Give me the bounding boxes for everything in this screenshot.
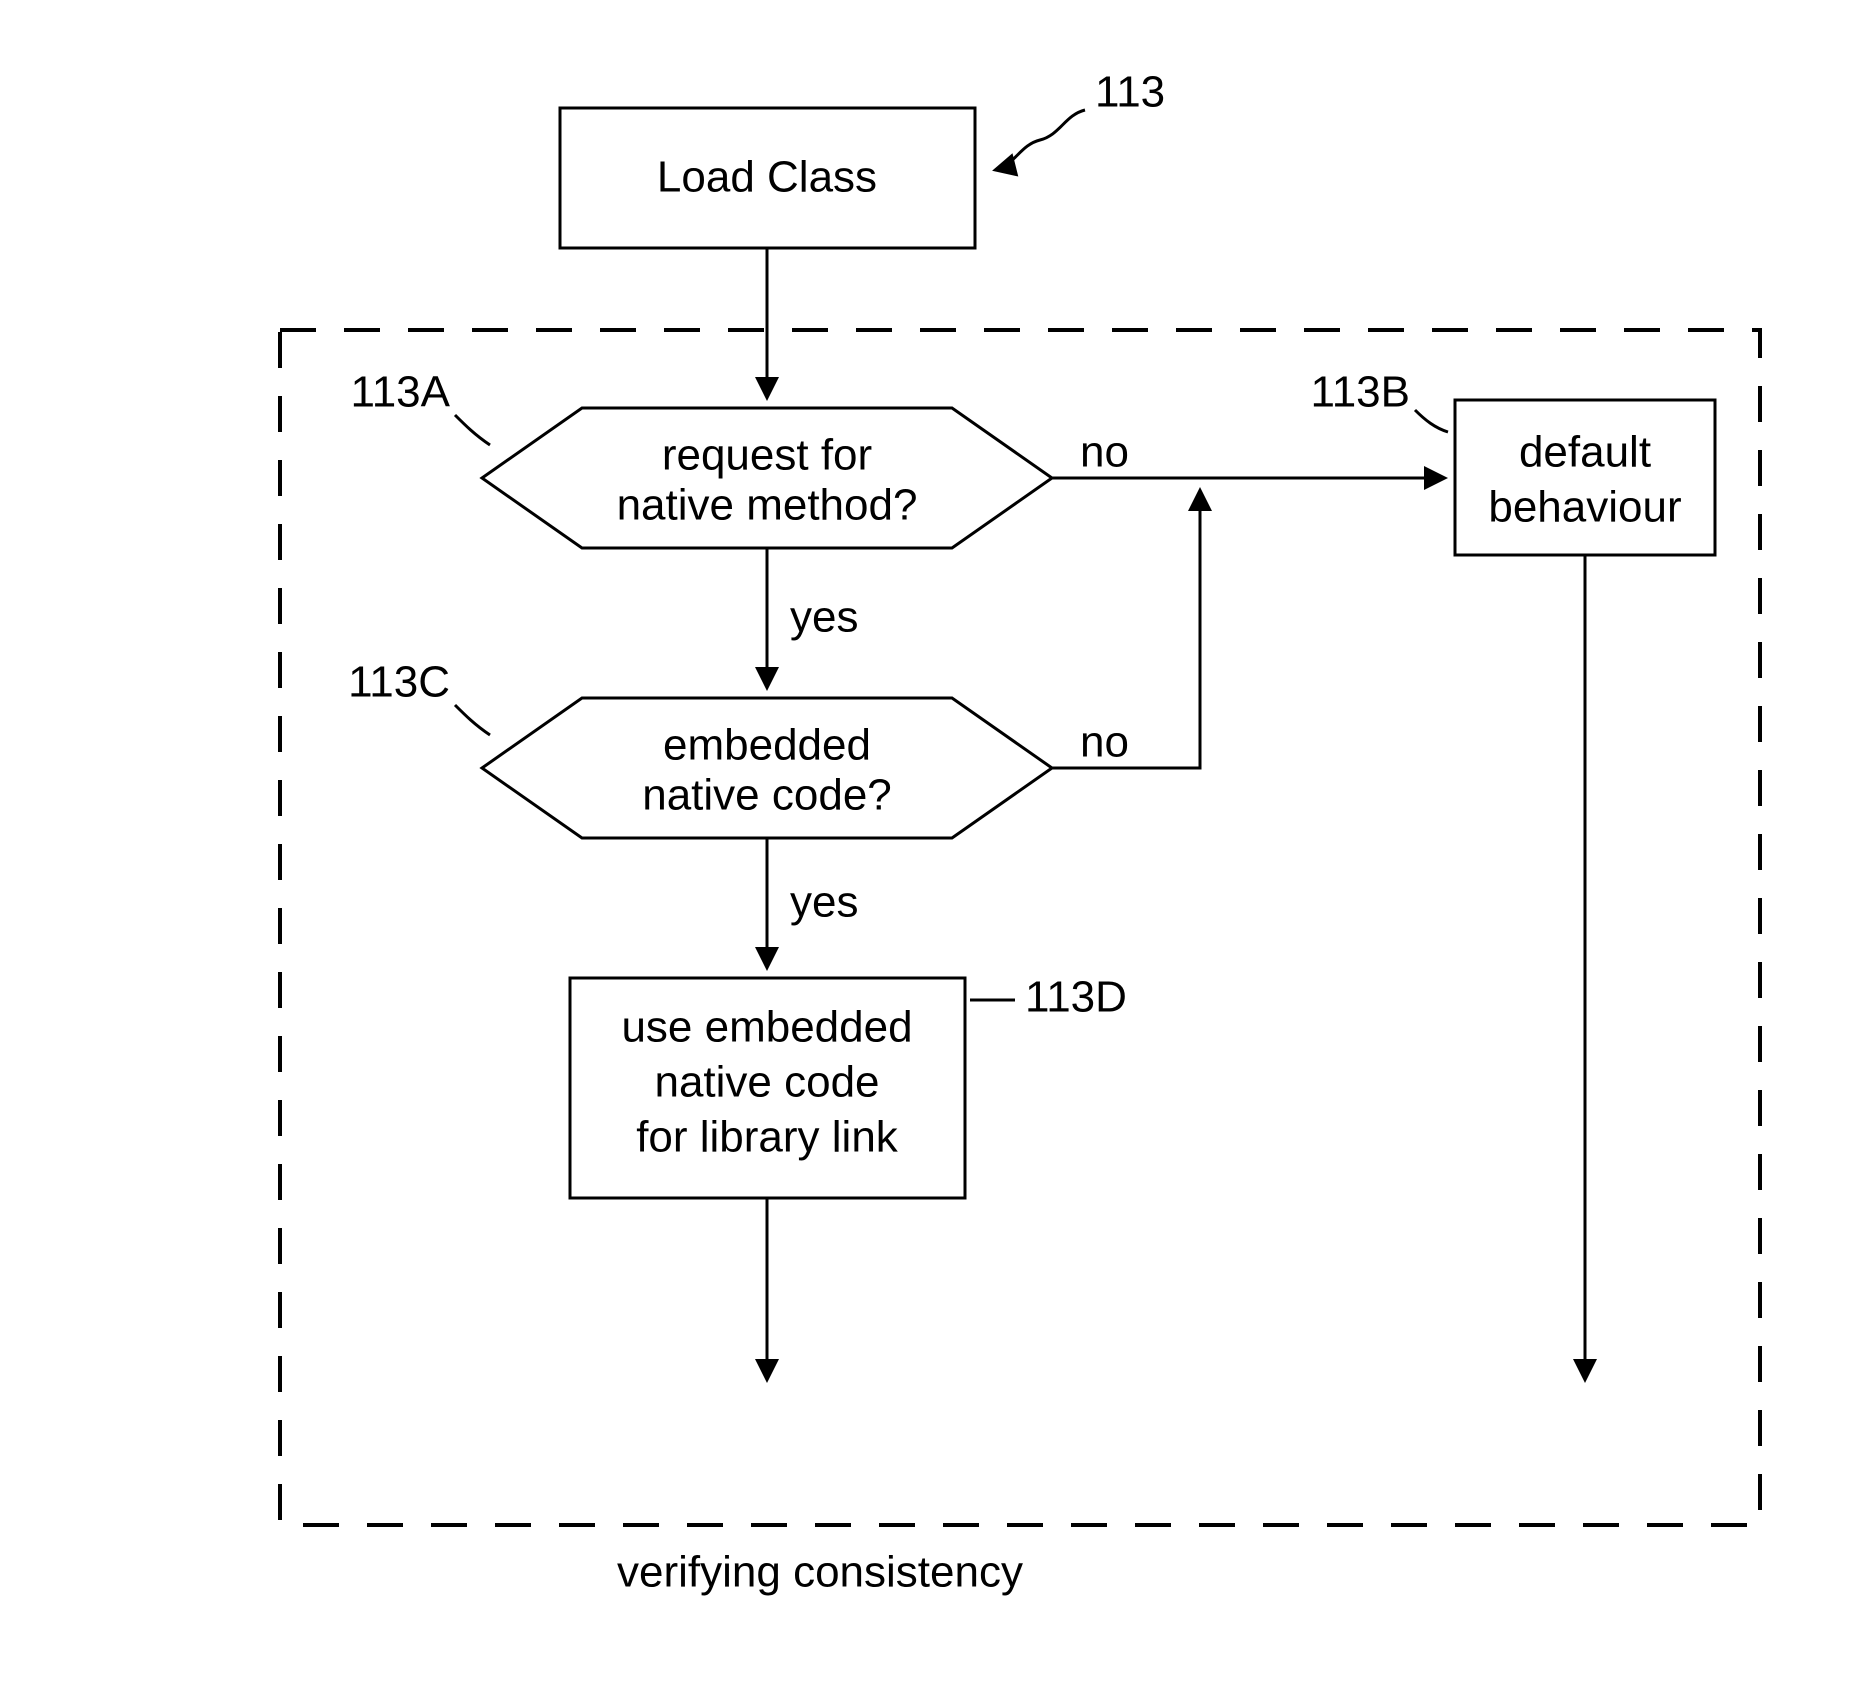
node-decision-native-method: request for native method? (482, 408, 1052, 548)
ref-113c-label: 113C (348, 658, 450, 707)
ref-113-label: 113 (1095, 68, 1165, 117)
edge-d2-yes-label: yes (790, 878, 858, 927)
group-label: verifying consistency (617, 1548, 1023, 1597)
ref-113a-label: 113A (351, 368, 451, 417)
d2-line1: embedded (663, 721, 871, 770)
d2-line2: native code? (642, 771, 892, 820)
d1-line1: request for (662, 431, 872, 480)
edge-d2-no-label: no (1080, 718, 1129, 767)
edge-d1-yes-label: yes (790, 593, 858, 642)
node-use-embedded: use embedded native code for library lin… (570, 978, 965, 1198)
use-line1: use embedded (621, 1003, 912, 1052)
node-load-class-label: Load Class (657, 153, 877, 202)
use-line3: for library link (636, 1113, 899, 1162)
ref-113c: 113C (348, 658, 490, 735)
ref-113d: 113D (970, 973, 1127, 1022)
ref-113b-label: 113B (1311, 368, 1411, 417)
node-default-behaviour: default behaviour (1455, 400, 1715, 555)
use-line2: native code (654, 1058, 879, 1107)
def-line1: default (1519, 428, 1651, 477)
d1-line2: native method? (617, 481, 918, 530)
ref-113: 113 (995, 68, 1165, 170)
ref-113d-label: 113D (1025, 973, 1127, 1022)
node-load-class: Load Class (560, 108, 975, 248)
ref-113a: 113A (351, 368, 491, 445)
ref-113b: 113B (1311, 368, 1449, 432)
flowchart-diagram: verifying consistency Load Class 113 req… (0, 0, 1858, 1687)
edge-d1-no-label: no (1080, 428, 1129, 477)
node-decision-embedded-code: embedded native code? (482, 698, 1052, 838)
def-line2: behaviour (1488, 483, 1681, 532)
